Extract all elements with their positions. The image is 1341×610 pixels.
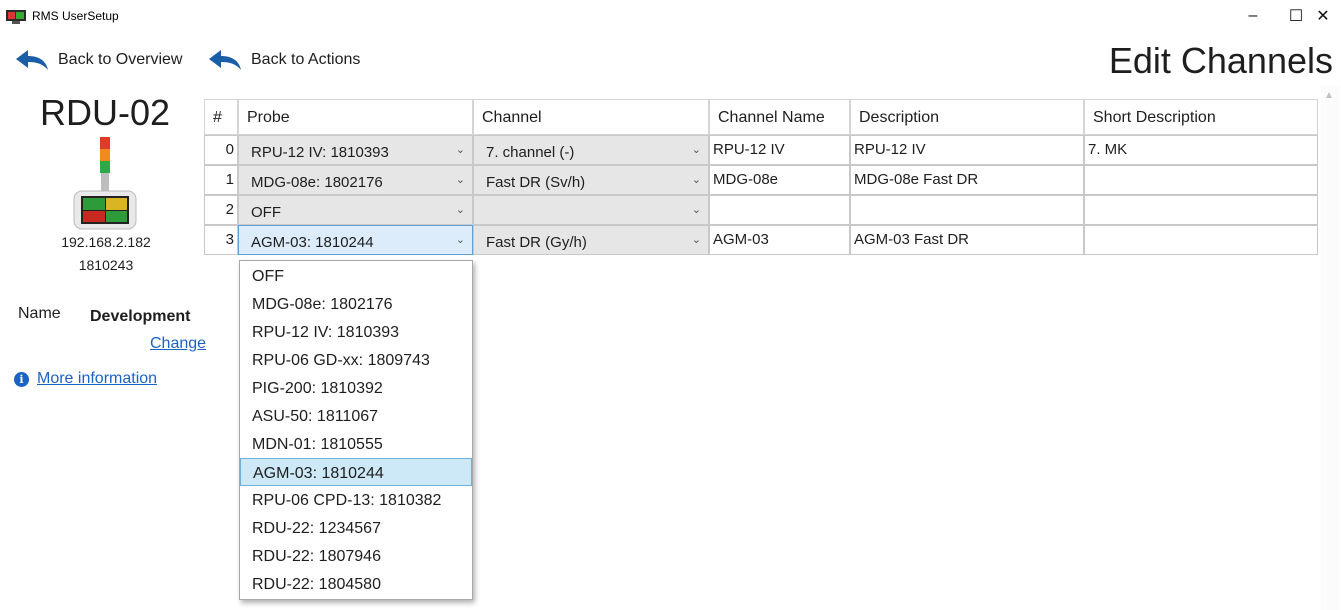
dropdown-option[interactable]: RPU-06 CPD-13: 1810382 (240, 486, 472, 514)
chevron-down-icon: ⌄ (691, 174, 701, 186)
window-title: RMS UserSetup (32, 9, 119, 23)
short-description-field[interactable] (1084, 165, 1318, 195)
description-field[interactable]: MDG-08e Fast DR (850, 165, 1084, 195)
channel-select[interactable]: Fast DR (Sv/h) ⌄ (473, 165, 709, 195)
dropdown-option[interactable]: ASU-50: 1811067 (240, 402, 472, 430)
dropdown-option[interactable]: MDG-08e: 1802176 (240, 290, 472, 318)
device-ip: 192.168.2.182 (61, 234, 151, 250)
info-icon: i (14, 371, 29, 387)
dropdown-option[interactable]: OFF (240, 262, 472, 290)
device-image (73, 137, 137, 230)
probe-value: AGM-03: 1810244 (251, 234, 374, 251)
row-index: 2 (204, 195, 238, 225)
scroll-up-arrow-icon[interactable]: ▲ (1324, 90, 1334, 101)
dropdown-option[interactable]: RPU-06 GD-xx: 1809743 (240, 346, 472, 374)
dropdown-option[interactable]: RDU-22: 1804580 (240, 570, 472, 598)
chevron-down-icon: ⌄ (691, 204, 701, 216)
short-description-field[interactable] (1084, 225, 1318, 255)
short-description-field[interactable] (1084, 195, 1318, 225)
column-header-index[interactable]: # (204, 99, 238, 135)
minimize-button[interactable]: – (1231, 2, 1275, 30)
back-to-overview-link[interactable]: Back to Overview (14, 48, 182, 72)
back-to-actions-label: Back to Actions (251, 51, 361, 68)
channel-name-field[interactable]: MDG-08e (709, 165, 850, 195)
channel-select[interactable]: Fast DR (Gy/h) ⌄ (473, 225, 709, 255)
chevron-down-icon: ⌄ (455, 144, 465, 156)
back-to-overview-label: Back to Overview (58, 51, 183, 68)
row-index: 1 (204, 165, 238, 195)
page-title: Edit Channels (1108, 40, 1333, 81)
column-header-short-description[interactable]: Short Description (1084, 99, 1318, 135)
probe-select-open[interactable]: AGM-03: 1810244 ⌄ (238, 225, 473, 255)
channel-value: Fast DR (Sv/h) (486, 174, 586, 191)
channels-grid: # Probe Channel Channel Name Description… (204, 99, 1318, 259)
probe-select[interactable]: OFF ⌄ (238, 195, 473, 225)
dropdown-option[interactable]: RDU-22: 1234567 (240, 514, 472, 542)
probe-select[interactable]: RPU-12 IV: 1810393 ⌄ (238, 135, 473, 165)
column-header-probe[interactable]: Probe (238, 99, 473, 135)
vertical-scrollbar[interactable] (1321, 86, 1339, 610)
description-field[interactable]: RPU-12 IV (850, 135, 1084, 165)
close-button[interactable]: ✕ (1301, 2, 1341, 30)
channel-select[interactable]: 7. channel (-) ⌄ (473, 135, 709, 165)
channel-name-field[interactable]: AGM-03 (709, 225, 850, 255)
back-arrow-icon (209, 50, 241, 70)
app-icon (6, 10, 26, 24)
chevron-down-icon: ⌄ (691, 234, 701, 246)
device-serial: 1810243 (78, 257, 134, 273)
channel-select[interactable]: ⌄ (473, 195, 709, 225)
column-header-channel[interactable]: Channel (473, 99, 709, 135)
chevron-down-icon: ⌄ (455, 234, 465, 246)
dropdown-option[interactable]: PIG-200: 1810392 (240, 374, 472, 402)
dropdown-option-selected[interactable]: AGM-03: 1810244 (240, 458, 472, 486)
chevron-down-icon: ⌄ (455, 204, 465, 216)
short-description-field[interactable]: 7. MK (1084, 135, 1318, 165)
chevron-down-icon: ⌄ (455, 174, 465, 186)
probe-select[interactable]: MDG-08e: 1802176 ⌄ (238, 165, 473, 195)
more-information-label: More information (37, 370, 158, 387)
description-field[interactable] (850, 195, 1084, 225)
back-to-actions-link[interactable]: Back to Actions (207, 48, 360, 72)
title-bar: RMS UserSetup – ☐ ✕ (0, 0, 1341, 32)
chevron-down-icon: ⌄ (691, 144, 701, 156)
probe-value: MDG-08e: 1802176 (251, 174, 383, 191)
name-label: Name (18, 305, 61, 322)
row-index: 0 (204, 135, 238, 165)
device-name: RDU-02 (40, 92, 171, 133)
more-information-link[interactable]: i More information (14, 370, 157, 388)
channel-name-field[interactable]: RPU-12 IV (709, 135, 850, 165)
description-field[interactable]: AGM-03 Fast DR (850, 225, 1084, 255)
dropdown-option[interactable]: RDU-22: 1807946 (240, 542, 472, 570)
channel-value: Fast DR (Gy/h) (486, 234, 587, 251)
name-value: Development (90, 308, 191, 325)
probe-dropdown-list: OFF MDG-08e: 1802176 RPU-12 IV: 1810393 … (239, 260, 473, 600)
dropdown-option[interactable]: MDN-01: 1810555 (240, 430, 472, 458)
column-header-channel-name[interactable]: Channel Name (709, 99, 850, 135)
column-header-description[interactable]: Description (850, 99, 1084, 135)
channel-name-field[interactable] (709, 195, 850, 225)
channel-value: 7. channel (-) (486, 144, 575, 161)
probe-value: RPU-12 IV: 1810393 (251, 144, 389, 161)
row-index: 3 (204, 225, 238, 255)
back-arrow-icon (16, 50, 48, 70)
change-name-link[interactable]: Change (150, 335, 206, 353)
dropdown-option[interactable]: RPU-12 IV: 1810393 (240, 318, 472, 346)
probe-value: OFF (251, 204, 281, 221)
